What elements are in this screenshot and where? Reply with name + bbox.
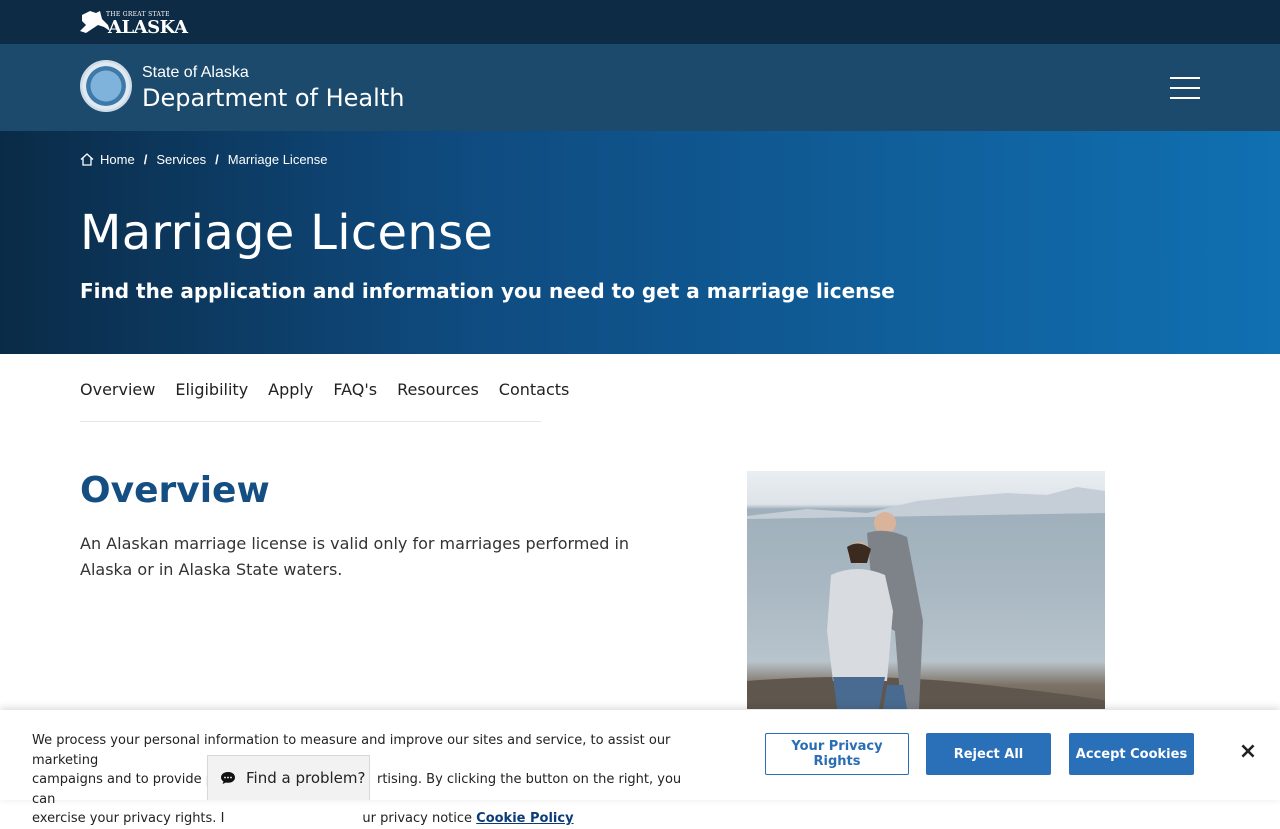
tab-resources[interactable]: Resources (397, 380, 479, 399)
overview-section: Overview An Alaskan marriage license is … (80, 470, 640, 583)
page-subtitle: Find the application and information you… (80, 279, 895, 303)
find-a-problem-label: Find a problem? (246, 769, 366, 787)
page-title: Marriage License (80, 205, 494, 261)
alaska-logo[interactable]: THE GREAT STATE ALASKA (80, 9, 188, 38)
top-bar: THE GREAT STATE ALASKA (0, 0, 1280, 44)
couple-photo (747, 471, 1105, 709)
breadcrumb-separator: / (143, 152, 148, 167)
tab-overview[interactable]: Overview (80, 380, 155, 399)
menu-button[interactable] (1170, 77, 1200, 99)
department-name: Department of Health (142, 84, 405, 112)
close-icon[interactable]: × (1238, 741, 1258, 763)
overview-heading: Overview (80, 470, 270, 511)
breadcrumb-separator: / (215, 152, 219, 167)
department-title[interactable]: State of Alaska Department of Health (142, 64, 404, 112)
cookie-text: campaigns and to provide pe (32, 772, 222, 787)
accept-cookies-button[interactable]: Accept Cookies (1069, 733, 1194, 775)
breadcrumb-home[interactable]: Home (100, 152, 135, 167)
menu-line (1170, 77, 1200, 79)
breadcrumb-current: Marriage License (227, 152, 328, 167)
breadcrumb: Home / Services / Marriage License (80, 152, 328, 167)
find-a-problem-button[interactable]: Find a problem? (207, 755, 370, 800)
logo-alaska-text: ALASKA (108, 17, 188, 38)
tab-faqs[interactable]: FAQ's (333, 380, 377, 399)
chat-bubble-icon (220, 771, 236, 785)
overview-text: An Alaskan marriage license is valid onl… (80, 534, 630, 579)
cookie-banner: We process your personal information to … (0, 710, 1280, 826)
reject-all-button[interactable]: Reject All (926, 733, 1051, 775)
privacy-rights-button[interactable]: Your Privacy Rights (765, 733, 909, 775)
cookie-text: exercise your privacy rights. I (32, 811, 225, 826)
department-seal-icon[interactable] (80, 60, 132, 112)
cookie-text: ur privacy notice (362, 811, 473, 826)
tab-contacts[interactable]: Contacts (499, 380, 570, 399)
cookie-line: exercise your privacy rights. I ur privac… (32, 809, 702, 829)
hero-banner: Home / Services / Marriage License Marri… (0, 131, 1280, 354)
tab-apply[interactable]: Apply (268, 380, 313, 399)
home-icon[interactable] (80, 153, 94, 166)
menu-line (1170, 97, 1200, 99)
menu-line (1170, 87, 1200, 89)
logo-small-text: THE GREAT STATE (106, 11, 170, 18)
state-name: State of Alaska (142, 64, 249, 81)
breadcrumb-services[interactable]: Services (156, 152, 206, 167)
section-tabs: Overview Eligibility Apply FAQ's Resourc… (80, 380, 569, 422)
tab-eligibility[interactable]: Eligibility (175, 380, 248, 399)
department-bar: State of Alaska Department of Health (0, 44, 1280, 131)
cookie-policy-link[interactable]: Cookie Policy (476, 811, 573, 826)
